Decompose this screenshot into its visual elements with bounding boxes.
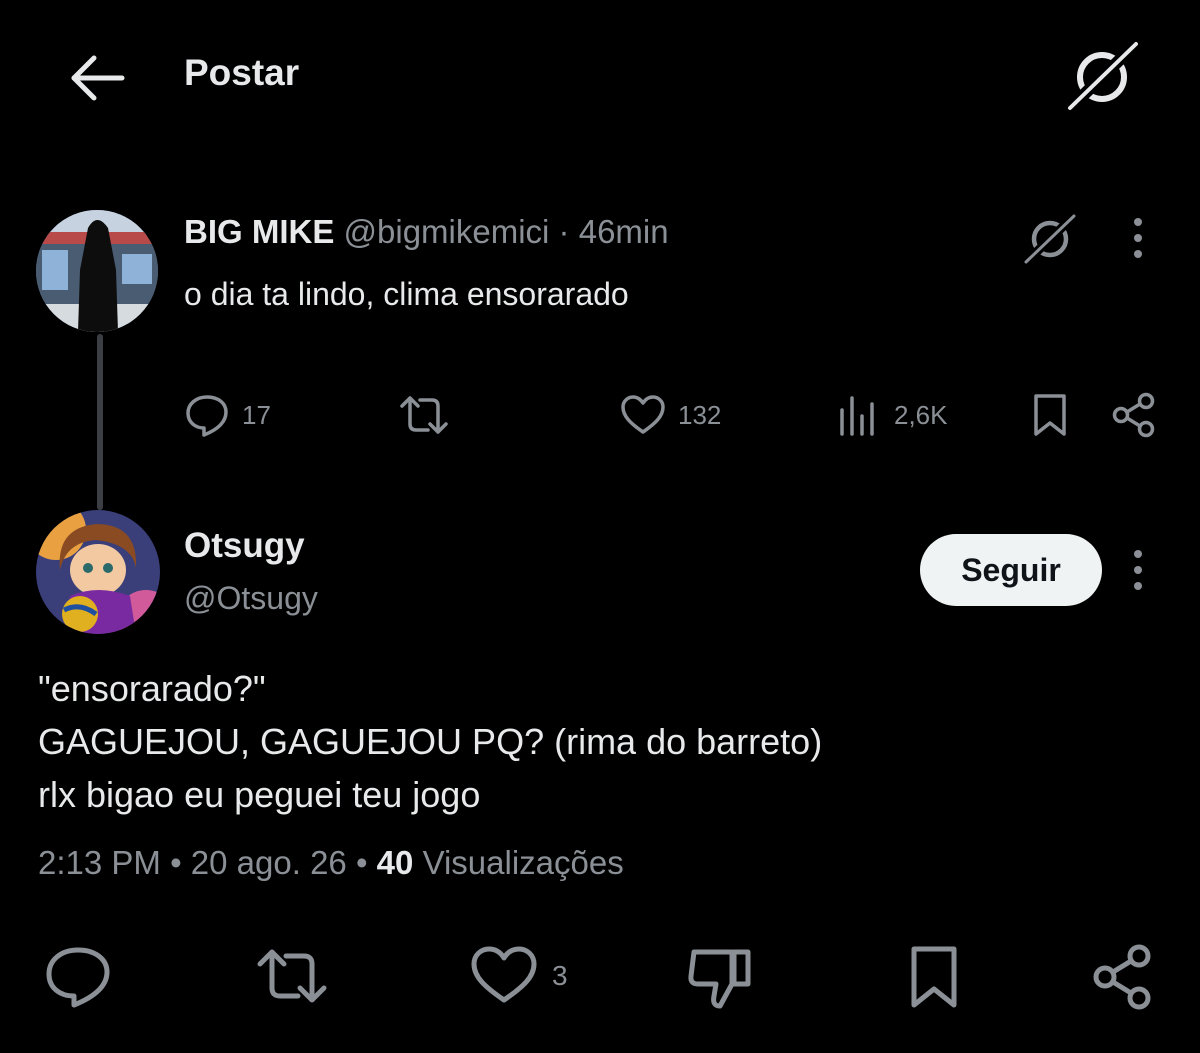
retweet-icon bbox=[400, 396, 448, 434]
dislike-button[interactable] bbox=[686, 944, 754, 1010]
grok-icon bbox=[1021, 211, 1079, 266]
user-handle[interactable]: @Otsugy bbox=[184, 580, 318, 617]
tweet-date[interactable]: 20 ago. 26 bbox=[191, 844, 347, 881]
reply-icon bbox=[46, 947, 110, 1008]
share-button[interactable] bbox=[1090, 944, 1156, 1010]
heart-icon bbox=[471, 946, 537, 1003]
timestamp[interactable]: 46min bbox=[579, 213, 669, 250]
reply-button[interactable]: 17 bbox=[184, 392, 271, 438]
views-count[interactable]: 40 bbox=[377, 844, 414, 881]
heart-icon bbox=[621, 395, 665, 434]
retweet-button[interactable] bbox=[254, 944, 330, 1008]
parent-tweet-header: BIG MIKE @bigmikemici · 46min bbox=[184, 213, 669, 251]
grok-button[interactable] bbox=[1064, 40, 1140, 112]
retweet-button[interactable] bbox=[398, 392, 450, 438]
bookmark-button[interactable] bbox=[904, 944, 964, 1010]
avatar[interactable] bbox=[36, 510, 160, 634]
more-options-button[interactable] bbox=[1124, 216, 1152, 260]
thumbs-down-icon bbox=[688, 949, 751, 1009]
tweet-metadata: 2:13 PM • 20 ago. 26 • 40 Visualizações bbox=[38, 844, 624, 882]
arrow-left-icon bbox=[68, 50, 128, 106]
back-button[interactable] bbox=[68, 50, 128, 106]
like-count: 132 bbox=[678, 399, 722, 430]
bookmark-icon bbox=[911, 946, 957, 1008]
display-name[interactable]: BIG MIKE bbox=[184, 213, 334, 250]
share-icon bbox=[1093, 944, 1151, 1010]
separator-dot: • bbox=[346, 844, 377, 881]
thread-connector-line bbox=[97, 334, 103, 510]
tweet-text: "ensorarado?" GAGUEJOU, GAGUEJOU PQ? (ri… bbox=[38, 668, 823, 815]
reply-icon bbox=[186, 395, 228, 437]
user-handle[interactable]: @bigmikemici bbox=[344, 213, 550, 250]
reply-button[interactable] bbox=[44, 944, 112, 1008]
page-title: Postar bbox=[184, 52, 300, 93]
separator-dot: · bbox=[549, 213, 579, 250]
avatar[interactable] bbox=[36, 210, 158, 332]
separator-dot: • bbox=[160, 844, 191, 881]
more-vertical-icon bbox=[1134, 218, 1142, 258]
like-button[interactable]: 132 bbox=[620, 392, 721, 438]
reply-count: 17 bbox=[242, 399, 271, 430]
tweet-time[interactable]: 2:13 PM bbox=[38, 844, 161, 881]
display-name[interactable]: Otsugy bbox=[184, 526, 305, 566]
retweet-icon bbox=[257, 949, 327, 1003]
views-button[interactable]: 2,6K bbox=[836, 392, 948, 438]
share-button[interactable] bbox=[1110, 392, 1158, 438]
more-vertical-icon bbox=[1134, 550, 1142, 590]
follow-button[interactable]: Seguir bbox=[920, 534, 1102, 606]
grok-button[interactable] bbox=[1020, 210, 1080, 266]
tweet-text: o dia ta lindo, clima ensorarado bbox=[184, 276, 629, 312]
like-button[interactable]: 3 bbox=[470, 944, 568, 1008]
views-label[interactable]: Visualizações bbox=[423, 844, 624, 881]
views-count: 2,6K bbox=[894, 399, 948, 430]
like-count: 3 bbox=[552, 960, 568, 991]
more-options-button[interactable] bbox=[1124, 548, 1152, 592]
bookmark-button[interactable] bbox=[1028, 392, 1072, 438]
share-icon bbox=[1112, 392, 1155, 438]
bar-chart-icon bbox=[840, 396, 874, 436]
bookmark-icon bbox=[1034, 394, 1066, 436]
grok-icon bbox=[1064, 40, 1140, 112]
